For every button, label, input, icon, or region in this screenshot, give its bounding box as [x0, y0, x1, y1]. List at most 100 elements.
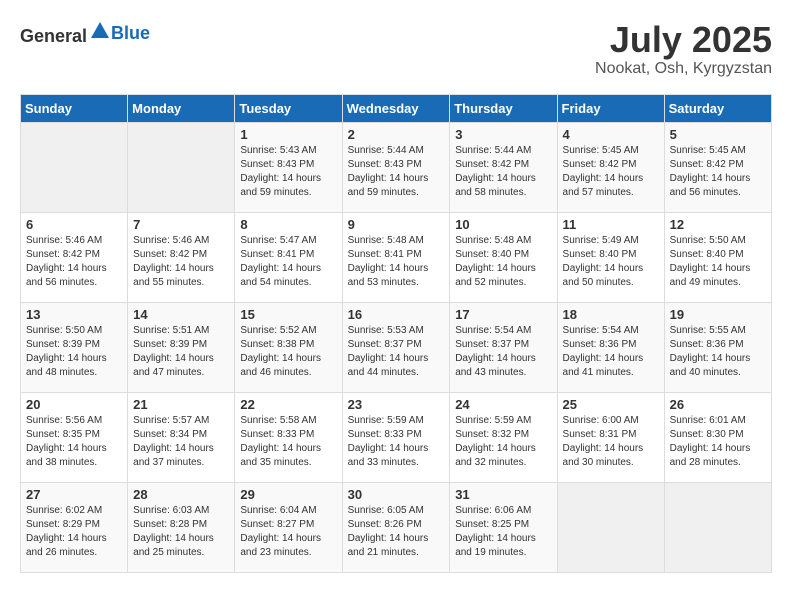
logo: General Blue: [20, 20, 150, 47]
week-row-3: 13 Sunrise: 5:50 AMSunset: 8:39 PMDayligh…: [21, 302, 772, 392]
day-cell: 18 Sunrise: 5:54 AMSunset: 8:36 PMDayligh…: [557, 302, 664, 392]
day-cell: 8 Sunrise: 5:47 AMSunset: 8:41 PMDaylight…: [235, 212, 342, 302]
day-cell: 14Sunrise: 5:51 AMSunset: 8:39 PMDayligh…: [128, 302, 235, 392]
day-number: 17: [455, 307, 551, 322]
day-number: 8: [240, 217, 336, 232]
day-cell: 30Sunrise: 6:05 AMSunset: 8:26 PMDayligh…: [342, 482, 450, 572]
day-detail: Sunrise: 6:00 AMSunset: 8:31 PMDaylight:…: [563, 414, 659, 470]
day-number: 25: [563, 397, 659, 412]
week-row-1: 1 Sunrise: 5:43 AMSunset: 8:43 PMDaylight…: [21, 122, 772, 212]
day-detail: Sunrise: 5:47 AMSunset: 8:41 PMDaylight:…: [240, 234, 336, 290]
day-number: 20: [26, 397, 122, 412]
logo-icon: [89, 20, 111, 42]
day-number: 1: [240, 127, 336, 142]
day-detail: Sunrise: 5:58 AMSunset: 8:33 PMDaylight:…: [240, 414, 336, 470]
column-header-sunday: Sunday: [21, 94, 128, 122]
day-number: 9: [348, 217, 445, 232]
day-cell: 12 Sunrise: 5:50 AMSunset: 8:40 PMDayligh…: [664, 212, 771, 302]
day-detail: Sunrise: 5:59 AMSunset: 8:33 PMDaylight:…: [348, 414, 445, 470]
day-number: 31: [455, 487, 551, 502]
day-cell: [557, 482, 664, 572]
day-number: 10: [455, 217, 551, 232]
day-cell: 13 Sunrise: 5:50 AMSunset: 8:39 PMDayligh…: [21, 302, 128, 392]
page-header: General Blue July 2025 Nookat, Osh, Kyrg…: [20, 20, 772, 78]
day-number: 3: [455, 127, 551, 142]
day-cell: 3 Sunrise: 5:44 AMSunset: 8:42 PMDaylight…: [450, 122, 557, 212]
column-header-friday: Friday: [557, 94, 664, 122]
day-cell: 5Sunrise: 5:45 AMSunset: 8:42 PMDaylight…: [664, 122, 771, 212]
day-number: 23: [348, 397, 445, 412]
day-number: 19: [670, 307, 766, 322]
day-detail: Sunrise: 5:45 AMSunset: 8:42 PMDaylight:…: [670, 144, 766, 200]
day-detail: Sunrise: 5:54 AMSunset: 8:36 PMDaylight:…: [563, 324, 659, 380]
week-row-5: 27 Sunrise: 6:02 AMSunset: 8:29 PMDayligh…: [21, 482, 772, 572]
location-title: Nookat, Osh, Kyrgyzstan: [595, 60, 772, 78]
day-detail: Sunrise: 5:50 AMSunset: 8:39 PMDaylight:…: [26, 324, 122, 380]
day-cell: 11Sunrise: 5:49 AMSunset: 8:40 PMDayligh…: [557, 212, 664, 302]
day-number: 22: [240, 397, 336, 412]
logo-general: General: [20, 26, 87, 46]
day-detail: Sunrise: 5:44 AMSunset: 8:42 PMDaylight:…: [455, 144, 551, 200]
day-cell: 16Sunrise: 5:53 AMSunset: 8:37 PMDayligh…: [342, 302, 450, 392]
day-detail: Sunrise: 5:52 AMSunset: 8:38 PMDaylight:…: [240, 324, 336, 380]
day-detail: Sunrise: 6:01 AMSunset: 8:30 PMDaylight:…: [670, 414, 766, 470]
day-cell: 24Sunrise: 5:59 AMSunset: 8:32 PMDayligh…: [450, 392, 557, 482]
day-detail: Sunrise: 6:02 AMSunset: 8:29 PMDaylight:…: [26, 504, 122, 560]
calendar-header-row: SundayMondayTuesdayWednesdayThursdayFrid…: [21, 94, 772, 122]
day-cell: 31 Sunrise: 6:06 AMSunset: 8:25 PMDayligh…: [450, 482, 557, 572]
column-header-monday: Monday: [128, 94, 235, 122]
day-cell: 22 Sunrise: 5:58 AMSunset: 8:33 PMDayligh…: [235, 392, 342, 482]
week-row-4: 20 Sunrise: 5:56 AMSunset: 8:35 PMDayligh…: [21, 392, 772, 482]
day-cell: 20 Sunrise: 5:56 AMSunset: 8:35 PMDayligh…: [21, 392, 128, 482]
day-detail: Sunrise: 5:56 AMSunset: 8:35 PMDaylight:…: [26, 414, 122, 470]
column-header-thursday: Thursday: [450, 94, 557, 122]
day-detail: Sunrise: 5:46 AMSunset: 8:42 PMDaylight:…: [26, 234, 122, 290]
day-number: 28: [133, 487, 229, 502]
column-header-saturday: Saturday: [664, 94, 771, 122]
column-header-tuesday: Tuesday: [235, 94, 342, 122]
day-number: 27: [26, 487, 122, 502]
day-detail: Sunrise: 5:45 AMSunset: 8:42 PMDaylight:…: [563, 144, 659, 200]
day-detail: Sunrise: 5:44 AMSunset: 8:43 PMDaylight:…: [348, 144, 445, 200]
day-cell: 25 Sunrise: 6:00 AMSunset: 8:31 PMDayligh…: [557, 392, 664, 482]
day-cell: 10 Sunrise: 5:48 AMSunset: 8:40 PMDayligh…: [450, 212, 557, 302]
day-detail: Sunrise: 5:43 AMSunset: 8:43 PMDaylight:…: [240, 144, 336, 200]
day-number: 24: [455, 397, 551, 412]
day-cell: [128, 122, 235, 212]
day-cell: 21 Sunrise: 5:57 AMSunset: 8:34 PMDayligh…: [128, 392, 235, 482]
calendar-table: SundayMondayTuesdayWednesdayThursdayFrid…: [20, 94, 772, 573]
day-cell: [664, 482, 771, 572]
day-number: 26: [670, 397, 766, 412]
day-detail: Sunrise: 6:06 AMSunset: 8:25 PMDaylight:…: [455, 504, 551, 560]
day-number: 11: [563, 217, 659, 232]
day-cell: 23 Sunrise: 5:59 AMSunset: 8:33 PMDayligh…: [342, 392, 450, 482]
day-number: 12: [670, 217, 766, 232]
day-number: 21: [133, 397, 229, 412]
day-cell: 17Sunrise: 5:54 AMSunset: 8:37 PMDayligh…: [450, 302, 557, 392]
day-detail: Sunrise: 6:03 AMSunset: 8:28 PMDaylight:…: [133, 504, 229, 560]
day-cell: 26 Sunrise: 6:01 AMSunset: 8:30 PMDayligh…: [664, 392, 771, 482]
day-detail: Sunrise: 5:55 AMSunset: 8:36 PMDaylight:…: [670, 324, 766, 380]
day-cell: 28 Sunrise: 6:03 AMSunset: 8:28 PMDayligh…: [128, 482, 235, 572]
day-cell: 2 Sunrise: 5:44 AMSunset: 8:43 PMDaylight…: [342, 122, 450, 212]
day-detail: Sunrise: 5:48 AMSunset: 8:41 PMDaylight:…: [348, 234, 445, 290]
day-number: 4: [563, 127, 659, 142]
day-cell: 1 Sunrise: 5:43 AMSunset: 8:43 PMDaylight…: [235, 122, 342, 212]
title-block: July 2025 Nookat, Osh, Kyrgyzstan: [595, 20, 772, 78]
day-number: 30: [348, 487, 445, 502]
day-number: 18: [563, 307, 659, 322]
day-detail: Sunrise: 5:46 AMSunset: 8:42 PMDaylight:…: [133, 234, 229, 290]
day-detail: Sunrise: 5:48 AMSunset: 8:40 PMDaylight:…: [455, 234, 551, 290]
day-number: 7: [133, 217, 229, 232]
day-detail: Sunrise: 5:50 AMSunset: 8:40 PMDaylight:…: [670, 234, 766, 290]
day-detail: Sunrise: 6:04 AMSunset: 8:27 PMDaylight:…: [240, 504, 336, 560]
day-detail: Sunrise: 5:57 AMSunset: 8:34 PMDaylight:…: [133, 414, 229, 470]
calendar-body: 1 Sunrise: 5:43 AMSunset: 8:43 PMDaylight…: [21, 122, 772, 572]
day-number: 13: [26, 307, 122, 322]
logo-blue: Blue: [111, 23, 150, 43]
month-title: July 2025: [595, 20, 772, 60]
week-row-2: 6Sunrise: 5:46 AMSunset: 8:42 PMDaylight…: [21, 212, 772, 302]
day-number: 2: [348, 127, 445, 142]
day-cell: 29Sunrise: 6:04 AMSunset: 8:27 PMDayligh…: [235, 482, 342, 572]
day-detail: Sunrise: 5:53 AMSunset: 8:37 PMDaylight:…: [348, 324, 445, 380]
